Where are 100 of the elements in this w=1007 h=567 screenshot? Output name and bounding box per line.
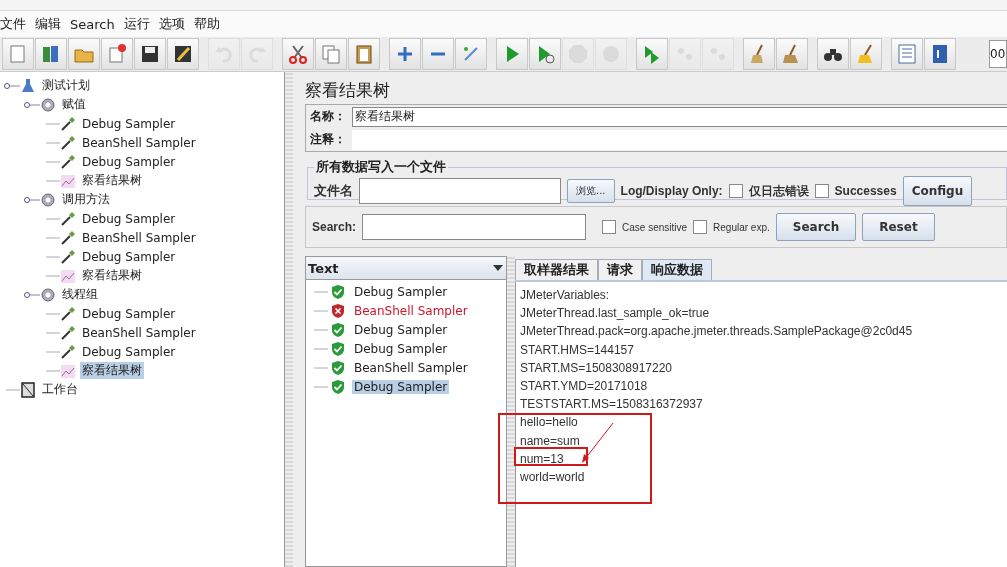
- caret-icon: [490, 263, 506, 273]
- toolbar-button[interactable]: [817, 38, 849, 70]
- tree-node-label[interactable]: 察看结果树: [80, 362, 144, 379]
- search-field[interactable]: [362, 214, 587, 240]
- check-shield-icon: [330, 378, 346, 395]
- tab[interactable]: 取样器结果: [515, 259, 598, 280]
- response-line: hello=hello: [520, 415, 579, 432]
- expanded-node-icon[interactable]: [24, 99, 40, 110]
- tab[interactable]: 响应数据: [642, 259, 712, 280]
- menu-item[interactable]: Search: [70, 16, 120, 32]
- tree-node-label[interactable]: Debug Sampler: [80, 249, 178, 264]
- checkbox-label: Successes: [834, 184, 897, 198]
- pipette-icon: [60, 343, 76, 360]
- chart-icon: [60, 172, 76, 189]
- response-line: START.MS=1508308917220: [520, 360, 673, 377]
- menu-item[interactable]: 运行: [123, 15, 155, 33]
- menu-item[interactable]: 编辑: [35, 15, 66, 33]
- tree-node-label[interactable]: BeanShell Sampler: [80, 230, 198, 245]
- tab[interactable]: 请求: [598, 259, 642, 280]
- search-button[interactable]: Search: [775, 213, 857, 241]
- pipette-icon: [60, 248, 76, 265]
- gear-icon: [40, 191, 56, 208]
- checkbox[interactable]: [728, 184, 743, 198]
- tree-node-label[interactable]: 察看结果树: [80, 267, 144, 284]
- result-item[interactable]: Debug Sampler: [352, 322, 450, 337]
- tree-node-label[interactable]: Debug Sampler: [80, 306, 178, 321]
- response-line: world=world: [520, 469, 586, 486]
- checkbox[interactable]: [693, 220, 708, 234]
- result-item[interactable]: BeanShell Sampler: [352, 303, 470, 318]
- tree-node-label[interactable]: 赋值: [60, 96, 88, 113]
- group-legend: 所有数据写入一个文件: [314, 158, 448, 176]
- check-shield-icon: [330, 321, 346, 338]
- name-field[interactable]: 察看结果树: [352, 106, 1007, 127]
- response-line: JMeterThread.last_sample_ok=true: [520, 306, 711, 323]
- pipette-icon: [60, 324, 76, 341]
- check-shield-icon: [330, 340, 346, 357]
- toolbar-button[interactable]: [167, 38, 199, 70]
- toolbar-button[interactable]: [282, 38, 314, 70]
- tree-node-label[interactable]: 线程组: [60, 286, 100, 303]
- field-label: 文件名: [314, 182, 353, 200]
- minus-icon: [430, 52, 446, 56]
- response-line: START.HMS=144157: [520, 342, 635, 359]
- pipette-icon: [60, 305, 76, 322]
- pipette-icon: [60, 153, 76, 170]
- response-line: START.YMD=20171018: [520, 378, 649, 395]
- result-item[interactable]: Debug Sampler: [352, 379, 450, 394]
- response-line: num=13: [520, 451, 565, 468]
- check-shield-icon: [330, 359, 346, 376]
- configure-button[interactable]: Configu: [902, 176, 973, 206]
- response-line: JMeterVariables:: [520, 288, 611, 304]
- renderer-dropdown[interactable]: Text: [306, 257, 506, 280]
- flask-icon: [20, 77, 36, 94]
- toolbar-button[interactable]: [924, 38, 956, 70]
- tree-node-label[interactable]: BeanShell Sampler: [80, 135, 198, 150]
- result-item[interactable]: BeanShell Sampler: [352, 360, 470, 375]
- expanded-node-icon[interactable]: [24, 194, 40, 205]
- tree-node-label[interactable]: BeanShell Sampler: [80, 325, 198, 340]
- response-line: JMeterThread.pack=org.apache.jmeter.threads.SamplePackage@2c0d45: [520, 324, 914, 341]
- gear-icon: [40, 96, 56, 113]
- expanded-node-icon[interactable]: [24, 289, 40, 300]
- tree-node-label[interactable]: 测试计划: [40, 77, 92, 94]
- tree-node-label[interactable]: 工作台: [40, 381, 80, 398]
- page-close-icon: [106, 43, 128, 65]
- response-line: name=sum: [520, 433, 581, 450]
- workbench-icon: [20, 381, 36, 398]
- expanded-node-icon[interactable]: [4, 80, 20, 91]
- checkbox-label: 仅日志错误: [748, 182, 809, 200]
- pipette-icon: [60, 115, 76, 132]
- error-shield-icon: [330, 302, 346, 319]
- panel-title: 察看结果树: [305, 78, 391, 102]
- checkbox-label: Case sensitive: [622, 221, 688, 233]
- list-icon: [896, 43, 918, 65]
- field-label: Search:: [312, 220, 357, 234]
- scissors-icon: [287, 43, 309, 65]
- checkbox[interactable]: [814, 184, 829, 198]
- browse-button[interactable]: 浏览...: [567, 179, 615, 203]
- search-button[interactable]: Reset: [862, 213, 935, 241]
- toolbar-button[interactable]: [134, 38, 166, 70]
- tree-node-label[interactable]: Debug Sampler: [80, 211, 178, 226]
- splitter-handle[interactable]: [507, 256, 515, 567]
- field-label: 名称：: [310, 108, 347, 125]
- comment-field[interactable]: [352, 129, 1007, 150]
- tree-node-label[interactable]: 察看结果树: [80, 172, 144, 189]
- result-item[interactable]: Debug Sampler: [352, 341, 450, 356]
- menu-item[interactable]: 选项: [158, 15, 190, 33]
- checkbox[interactable]: [602, 220, 617, 234]
- tree-node-label[interactable]: 调用方法: [60, 191, 112, 208]
- result-item[interactable]: Debug Sampler: [352, 284, 450, 299]
- pencil-page-icon: [172, 43, 194, 65]
- field-label: 注释：: [310, 131, 347, 148]
- menu-item[interactable]: 文件: [0, 15, 31, 33]
- filename-field[interactable]: [359, 178, 561, 204]
- pipette-icon: [60, 134, 76, 151]
- chart-icon: [60, 267, 76, 284]
- tree-node-label[interactable]: Debug Sampler: [80, 344, 178, 359]
- tree-node-label[interactable]: Debug Sampler: [80, 154, 178, 169]
- thread-counter: 00: [989, 40, 1007, 68]
- splitter-handle[interactable]: [285, 72, 293, 567]
- tree-node-label[interactable]: Debug Sampler: [80, 116, 178, 131]
- menu-item[interactable]: 帮助: [193, 15, 225, 33]
